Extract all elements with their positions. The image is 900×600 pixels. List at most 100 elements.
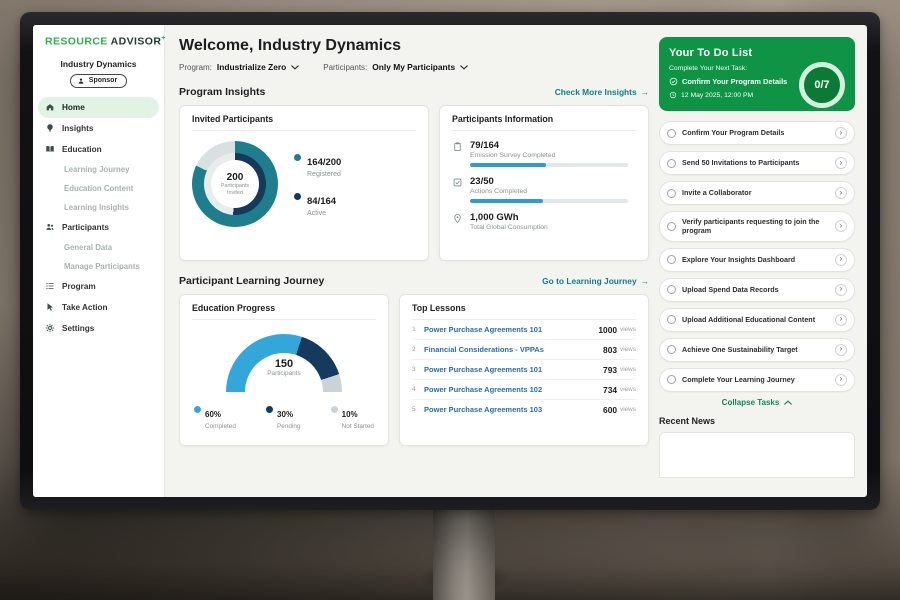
sidebar-item-participants[interactable]: Participants xyxy=(33,217,164,238)
chevron-right-icon[interactable]: › xyxy=(835,220,847,232)
chevron-right-icon[interactable]: › xyxy=(835,187,847,199)
legend-item-not-started: 10% Not Started xyxy=(331,404,374,430)
stat-label: Emission Survey Completed xyxy=(470,152,628,159)
chevron-right-icon[interactable]: › xyxy=(835,284,847,296)
sidebar-item-learning-insights[interactable]: Learning Insights xyxy=(33,198,164,217)
collapse-tasks-link[interactable]: Collapse Tasks xyxy=(659,398,855,407)
stat-value: 1,000 GWh xyxy=(470,212,548,223)
pointer-icon xyxy=(45,302,55,312)
task-item[interactable]: Complete Your Learning Journey › xyxy=(659,368,855,392)
invited-participants-card: Invited Participants 200 Participants In… xyxy=(179,105,429,261)
task-checkbox[interactable] xyxy=(667,345,676,354)
lesson-views-unit: views xyxy=(620,406,636,413)
learning-journey-header: Participant Learning Journey Go to Learn… xyxy=(179,275,649,287)
program-label: Program: xyxy=(179,63,212,72)
task-checkbox[interactable] xyxy=(667,189,676,198)
check-more-insights-link[interactable]: Check More Insights → xyxy=(555,87,649,97)
participants-select[interactable]: Participants: Only My Participants xyxy=(323,62,468,72)
task-checkbox[interactable] xyxy=(667,285,676,294)
task-checkbox[interactable] xyxy=(667,159,676,168)
chevron-down-icon xyxy=(460,65,468,70)
task-item[interactable]: Achieve One Sustainability Target › xyxy=(659,338,855,362)
person-icon xyxy=(77,77,85,85)
sidebar-item-education[interactable]: Education xyxy=(33,139,164,160)
arrow-right-icon: → xyxy=(641,276,649,286)
task-item[interactable]: Explore Your Insights Dashboard › xyxy=(659,248,855,272)
lesson-views: 793 xyxy=(603,365,617,375)
lesson-link[interactable]: Power Purchase Agreements 103 xyxy=(424,405,597,414)
task-checkbox[interactable] xyxy=(667,375,676,384)
task-checkbox[interactable] xyxy=(667,129,676,138)
sidebar-item-take-action[interactable]: Take Action xyxy=(33,297,164,318)
task-item[interactable]: Upload Additional Educational Content › xyxy=(659,308,855,332)
recent-news-card[interactable] xyxy=(659,432,855,478)
main-content: Welcome, Industry Dynamics Program: Indu… xyxy=(165,25,659,497)
lesson-views-unit: views xyxy=(620,386,636,393)
sidebar-item-general-data[interactable]: General Data xyxy=(33,238,164,257)
legend-value: 10% xyxy=(342,410,358,419)
task-checkbox[interactable] xyxy=(667,315,676,324)
sidebar-item-label: Learning Insights xyxy=(64,203,129,212)
program-select[interactable]: Program: Industrialize Zero xyxy=(179,62,299,72)
task-checkbox[interactable] xyxy=(667,222,676,231)
sponsor-badge[interactable]: Sponsor xyxy=(70,74,127,88)
invited-donut-chart: 200 Participants Invited xyxy=(192,141,278,227)
lesson-rank: 3 xyxy=(412,366,424,373)
task-checkbox[interactable] xyxy=(667,255,676,264)
legend-label: Active xyxy=(307,210,336,217)
todo-card: Your To Do List Complete Your Next Task:… xyxy=(659,37,855,111)
lesson-link[interactable]: Power Purchase Agreements 101 xyxy=(424,365,597,374)
chevron-right-icon[interactable]: › xyxy=(835,254,847,266)
sidebar-item-education-content[interactable]: Education Content xyxy=(33,179,164,198)
task-label: Send 50 Invitations to Participants xyxy=(682,158,829,167)
invited-legend: 164/200 Registered 84/164 Active xyxy=(294,152,341,217)
sidebar-item-label: Education xyxy=(62,145,102,154)
legend-item-registered: 164/200 Registered xyxy=(294,152,341,178)
go-to-learning-journey-link[interactable]: Go to Learning Journey→ xyxy=(542,276,649,286)
sidebar-item-home[interactable]: Home xyxy=(38,97,159,118)
location-pin-icon xyxy=(452,213,463,224)
task-item[interactable]: Confirm Your Program Details › xyxy=(659,121,855,145)
chevron-right-icon[interactable]: › xyxy=(835,127,847,139)
todo-next-task[interactable]: Confirm Your Program Details xyxy=(669,77,799,86)
org-name: Industry Dynamics xyxy=(33,59,164,69)
lesson-link[interactable]: Financial Considerations - VPPAs xyxy=(424,345,597,354)
task-label: Achieve One Sustainability Target xyxy=(682,345,829,354)
task-item[interactable]: Verify participants requesting to join t… xyxy=(659,211,855,242)
chevron-right-icon[interactable]: › xyxy=(835,374,847,386)
chevron-right-icon[interactable]: › xyxy=(835,157,847,169)
chevron-right-icon[interactable]: › xyxy=(835,314,847,326)
insights-icon xyxy=(45,123,55,133)
lesson-rank: 2 xyxy=(412,346,424,353)
participants-information-card: Participants Information 79/164 Emission… xyxy=(439,105,649,261)
logo-primary: RESOURCE xyxy=(45,36,108,48)
chevron-up-icon xyxy=(784,400,792,405)
task-item[interactable]: Invite a Collaborator › xyxy=(659,181,855,205)
task-item[interactable]: Upload Spend Data Records › xyxy=(659,278,855,302)
lesson-link[interactable]: Power Purchase Agreements 101 xyxy=(424,325,592,334)
sidebar-item-learning-journey[interactable]: Learning Journey xyxy=(33,160,164,179)
task-label: Upload Additional Educational Content xyxy=(682,315,829,324)
todo-due-label: 12 May 2025, 12:00 PM xyxy=(681,92,753,99)
lesson-link[interactable]: Power Purchase Agreements 102 xyxy=(424,385,597,394)
task-item[interactable]: Send 50 Invitations to Participants › xyxy=(659,151,855,175)
sidebar-item-label: Education Content xyxy=(64,184,133,193)
sidebar-item-manage-participants[interactable]: Manage Participants xyxy=(33,257,164,276)
education-progress-card: Education Progress 150 Participants 60% … xyxy=(179,294,389,446)
lesson-rank: 5 xyxy=(412,406,424,413)
education-legend: 60% Completed 30% Pending 10% Not Starte… xyxy=(192,404,376,430)
gauge-center-label: Participants xyxy=(226,370,342,377)
chevron-right-icon[interactable]: › xyxy=(835,344,847,356)
legend-value: 84/164 xyxy=(307,196,336,207)
program-value: Industrialize Zero xyxy=(217,62,286,72)
stat-value: 23/50 xyxy=(470,176,628,187)
sidebar-item-program[interactable]: Program xyxy=(33,276,164,297)
todo-sidebar: Your To Do List Complete Your Next Task:… xyxy=(659,25,867,497)
lesson-views: 600 xyxy=(603,405,617,415)
sidebar-item-settings[interactable]: Settings xyxy=(33,318,164,339)
legend-label: Not Started xyxy=(342,423,374,430)
sidebar-item-insights[interactable]: Insights xyxy=(33,118,164,139)
legend-dot xyxy=(266,406,273,413)
arrow-right-icon: → xyxy=(641,87,649,97)
link-label: Check More Insights xyxy=(555,87,637,97)
